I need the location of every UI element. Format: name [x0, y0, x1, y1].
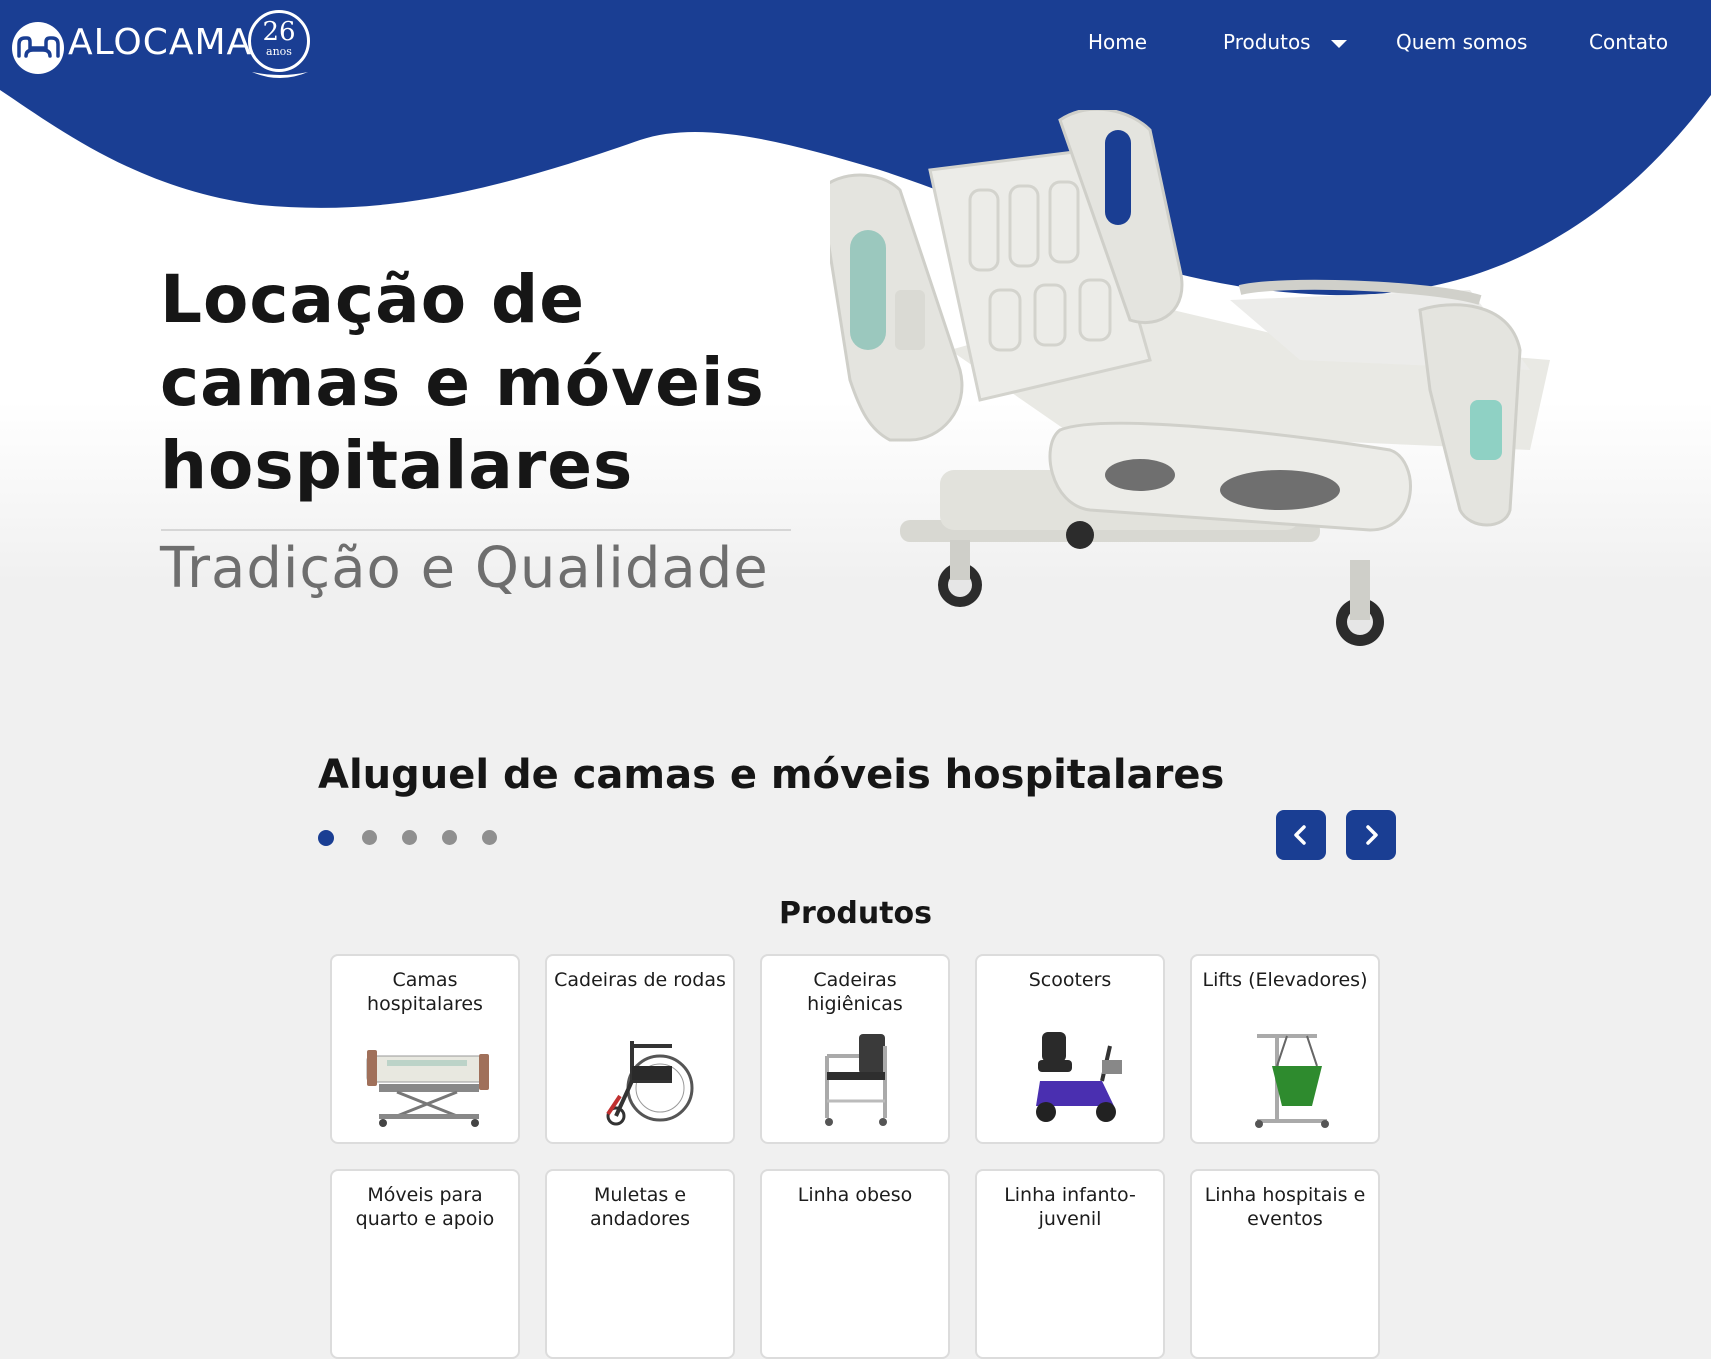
logo-bed-icon — [12, 22, 64, 74]
carousel-dot-2[interactable] — [362, 830, 377, 845]
product-card-label: Móveis para quarto e apoio — [355, 1184, 495, 1230]
product-card-label: Cadeiras higiênicas — [807, 969, 903, 1015]
commode-chair-icon — [825, 1034, 887, 1126]
carousel-heading: Aluguel de camas e móveis hospitalares — [318, 752, 1225, 798]
badge-text: anos — [266, 45, 292, 58]
product-card-hospitais-eventos[interactable]: Linha hospitais e eventos — [1190, 1169, 1380, 1359]
wheelchair-icon — [606, 1041, 694, 1126]
product-card-label: Lifts (Elevadores) — [1202, 969, 1368, 991]
product-card-camas[interactable]: Camas hospitalares — [330, 954, 520, 1144]
badge-number: 26 — [262, 17, 296, 47]
product-card-muletas[interactable]: Muletas e andadores — [545, 1169, 735, 1359]
hero-title-line-3: hospitalares — [160, 427, 634, 504]
carousel-dot-1[interactable] — [318, 830, 334, 846]
anniversary-badge: 26 anos — [248, 10, 310, 72]
product-card-linha-obeso[interactable]: Linha obeso — [760, 1169, 950, 1359]
product-card-lifts[interactable]: Lifts (Elevadores) — [1190, 954, 1380, 1144]
nav-home[interactable]: Home — [1088, 30, 1147, 54]
hero-divider — [161, 529, 791, 531]
hospital-bed-icon — [366, 1050, 489, 1127]
patient-lift-icon — [1255, 1034, 1329, 1128]
nav-produtos[interactable]: Produtos — [1223, 30, 1347, 54]
carousel-dot-3[interactable] — [402, 830, 417, 845]
product-card-label: Linha hospitais e eventos — [1204, 1184, 1366, 1230]
product-card-label: Linha infanto-juvenil — [1004, 1184, 1136, 1230]
hero-title-line-2: camas e móveis — [160, 344, 765, 421]
chevron-left-icon — [1294, 825, 1306, 845]
product-card-label: Linha obeso — [797, 1184, 913, 1206]
hero-subtitle: Tradição e Qualidade — [160, 536, 769, 601]
hero-title-line-1: Locação de — [160, 261, 586, 338]
carousel-dot-4[interactable] — [442, 830, 457, 845]
carousel-dot-5[interactable] — [482, 830, 497, 845]
product-card-label: Scooters — [1028, 969, 1112, 991]
hospital-bed-image — [830, 110, 1550, 646]
nav-contato[interactable]: Contato — [1589, 30, 1668, 54]
alocama-logo[interactable]: ALOCAMA 26 anos — [12, 10, 317, 80]
product-card-label: Muletas e andadores — [589, 1184, 691, 1230]
hero-title: Locação de camas e móveis hospitalares — [160, 258, 810, 507]
product-card-moveis[interactable]: Móveis para quarto e apoio — [330, 1169, 520, 1359]
product-card-label: Cadeiras de rodas — [554, 969, 726, 991]
hero-section: Locação de camas e móveis hospitalares T… — [0, 0, 1711, 730]
nav-produtos-label: Produtos — [1223, 30, 1311, 54]
carousel-prev-button[interactable] — [1276, 810, 1326, 860]
product-card-label: Camas hospitalares — [367, 969, 483, 1015]
product-card-infanto-juvenil[interactable]: Linha infanto-juvenil — [975, 1169, 1165, 1359]
product-card-cadeiras-rodas[interactable]: Cadeiras de rodas — [545, 954, 735, 1144]
brand-name: ALOCAMA — [68, 22, 253, 63]
chevron-down-icon — [1330, 39, 1347, 48]
nav-quem-somos[interactable]: Quem somos — [1396, 30, 1527, 54]
product-card-cadeiras-higienicas[interactable]: Cadeiras higiênicas — [760, 954, 950, 1144]
product-card-scooters[interactable]: Scooters — [975, 954, 1165, 1144]
chevron-right-icon — [1366, 825, 1378, 845]
carousel-next-button[interactable] — [1346, 810, 1396, 860]
products-heading: Produtos — [778, 896, 933, 931]
mobility-scooter-icon — [1036, 1032, 1122, 1122]
badge-swoosh-icon — [252, 72, 308, 78]
site-header: ALOCAMA 26 anos Home Produtos Quem somos… — [0, 0, 1711, 90]
